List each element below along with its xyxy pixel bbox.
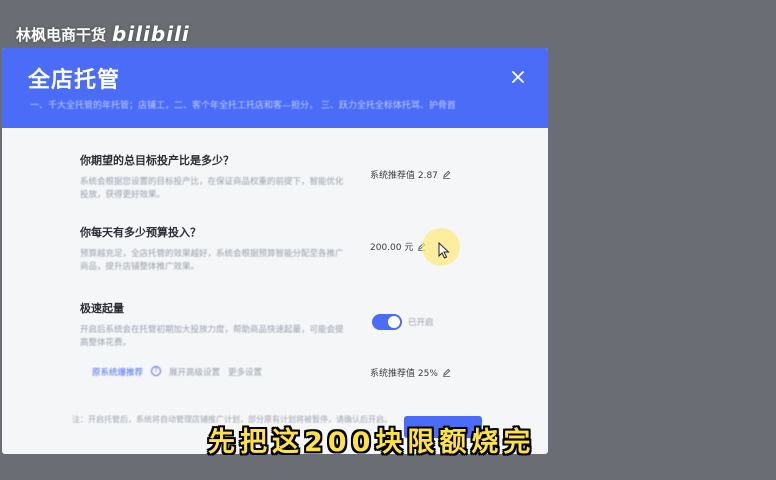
edit-icon[interactable] [442, 368, 451, 377]
info-icon[interactable]: ? [151, 366, 162, 376]
roi-question-desc: 系统会根据您设置的目标投产比，在保证商品权重的前提下，智能优化投放，获得更好效果… [80, 177, 344, 200]
fast-start-title: 极速起量 [80, 302, 124, 315]
fast-start-toggle-label: 已开启 [408, 318, 434, 328]
fast-start-toggle[interactable] [372, 314, 402, 330]
roi-question: 你期望的总目标投产比是多少？ 系统会根据您设置的目标投产比，在保证商品权重的前提… [80, 152, 540, 202]
modal-description: 一、千大全托管的年托管；店铺工，二、客个年全托工托店和客—担分， 三、跃力全托全… [30, 101, 456, 111]
roi-value-text: 系统推荐值 2.87 [370, 171, 438, 181]
fast-start-value[interactable]: 系统推荐值 25% [370, 366, 451, 379]
advanced-settings-link[interactable]: 展开高级设置 [169, 366, 220, 378]
budget-value[interactable]: 200.00 元 [370, 240, 426, 253]
mouse-cursor-icon [438, 242, 450, 259]
bilibili-logo: bilibili [112, 22, 190, 46]
budget-question: 你每天有多少预算投入？ 预算越充足，全店托管的效果越好，系统会根据预算智能分配至… [80, 224, 540, 274]
fast-start-section: 极速起量 开启后系统会在托管初期加大投放力度，帮助商品快速起量，可能会提高整体花… [80, 300, 540, 379]
recommend-link[interactable]: 原系统爆推荐 [92, 366, 143, 378]
modal-title: 全店托管 [28, 68, 121, 93]
budget-question-title: 你每天有多少预算投入？ [80, 226, 201, 239]
fast-start-desc: 开启后系统会在托管初期加大投放力度，帮助商品快速起量，可能会提高整体花费。 [80, 325, 344, 348]
budget-value-text: 200.00 元 [370, 243, 414, 253]
budget-question-desc: 预算越充足，全店托管的效果越好，系统会根据预算智能分配至各推广商品，提升店铺整体… [80, 249, 344, 272]
close-icon [512, 71, 524, 83]
watermark: 林枫电商干货 bilibili [16, 22, 190, 46]
roi-value[interactable]: 系统推荐值 2.87 [370, 168, 451, 181]
advanced-links: 原系统爆推荐 ? 展开高级设置 更多设置 [92, 366, 262, 378]
fast-start-value-text: 系统推荐值 25% [370, 369, 438, 379]
managed-store-modal: 全店托管 一、千大全托管的年托管；店铺工，二、客个年全托工托店和客—担分， 三、… [2, 48, 548, 454]
more-settings-link[interactable]: 更多设置 [228, 366, 262, 378]
watermark-text: 林枫电商干货 [16, 25, 107, 44]
modal-header: 全店托管 一、千大全托管的年托管；店铺工，二、客个年全托工托店和客—担分， 三、… [2, 48, 548, 128]
close-button[interactable] [505, 64, 531, 90]
video-subtitle: 先把这200块限额烧完 [208, 427, 536, 458]
edit-icon[interactable] [442, 170, 451, 179]
roi-question-title: 你期望的总目标投产比是多少？ [80, 154, 234, 167]
